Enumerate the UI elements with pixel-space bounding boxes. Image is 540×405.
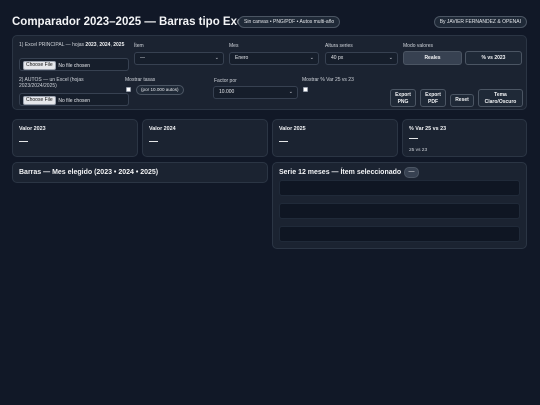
- chevron-down-icon: ⌄: [388, 55, 393, 61]
- stat-label: Valor 2024: [149, 126, 176, 132]
- altura-label: Altura series: [325, 43, 353, 49]
- file2-input[interactable]: Choose File No file chosen: [19, 93, 129, 106]
- item-label: Ítem: [134, 43, 144, 49]
- subtitle-pill: Sin canvas • PNG/PDF • Autos multi-año: [238, 16, 341, 28]
- file1-status: No file chosen: [58, 62, 91, 69]
- mostrar-pct-label: Mostrar % Var 25 vs 23: [302, 77, 354, 83]
- stat-label: % Var 25 vs 23: [409, 126, 447, 132]
- modo-reales-button[interactable]: Reales: [403, 51, 462, 65]
- series-row: [279, 180, 520, 196]
- altura-select-value: 40 px: [331, 55, 344, 61]
- bars-panel-title: Barras — Mes elegido (2023 • 2024 • 2025…: [19, 169, 159, 176]
- file2-status: No file chosen: [58, 97, 91, 104]
- stat-card-2025: Valor 2025 —: [272, 119, 398, 157]
- reset-button[interactable]: Reset: [450, 94, 474, 107]
- series-row: [279, 226, 520, 242]
- tasas-tag: (por 10.000 autos): [136, 85, 184, 95]
- file1-label: 1) Excel PRINCIPAL — hojas 2023, 2024, 2…: [19, 42, 125, 48]
- stat-label: Valor 2025: [279, 126, 306, 132]
- mes-select-value: Enero: [235, 55, 249, 61]
- stat-sub: 25 vs 23: [409, 148, 428, 153]
- app-header: Comparador 2023–2025 — Barras tipo Excel…: [12, 15, 528, 29]
- stat-card-2024: Valor 2024 —: [142, 119, 268, 157]
- item-select[interactable]: — ⌄: [134, 52, 224, 65]
- mes-select[interactable]: Enero ⌄: [229, 52, 319, 65]
- series-badge: —: [404, 167, 419, 178]
- stat-value: —: [149, 136, 158, 146]
- file1-choose-button[interactable]: Choose File: [23, 61, 56, 70]
- file2-choose-button[interactable]: Choose File: [23, 96, 56, 105]
- stat-value: —: [409, 133, 418, 143]
- stat-card-pct-var: % Var 25 vs 23 — 25 vs 23: [402, 119, 527, 157]
- tasas-checkbox[interactable]: [126, 87, 131, 92]
- stat-value: —: [279, 136, 288, 146]
- mostrar-pct-checkbox[interactable]: [303, 87, 308, 92]
- author-pill: By JAVIER FERNANDEZ & OPENAI: [433, 16, 527, 28]
- mes-label: Mes: [229, 43, 239, 49]
- page-title: Comparador 2023–2025 — Barras tipo Excel: [12, 16, 253, 28]
- factor-select[interactable]: 10.000 ⌄: [213, 86, 298, 99]
- file2-label: 2) AUTOS — un Excel (hojas 2023/2024/202…: [19, 77, 84, 89]
- controls-panel: 1) Excel PRINCIPAL — hojas 2023, 2024, 2…: [12, 35, 527, 110]
- tasas-label: Mostrar tasas: [125, 77, 156, 83]
- tema-toggle-button[interactable]: Tema Claro/Oscuro: [478, 89, 523, 107]
- modo-pct-button[interactable]: % vs 2023: [465, 51, 522, 65]
- chevron-down-icon: ⌄: [214, 55, 219, 61]
- item-select-value: —: [140, 55, 145, 61]
- series-panel: Serie 12 meses — Ítem seleccionado —: [272, 162, 527, 249]
- stat-value: —: [19, 136, 28, 146]
- export-pdf-button[interactable]: Export PDF: [420, 89, 446, 107]
- file1-input[interactable]: Choose File No file chosen: [19, 58, 129, 71]
- stat-card-2023: Valor 2023 —: [12, 119, 138, 157]
- chevron-down-icon: ⌄: [309, 55, 314, 61]
- factor-label: Factor por: [214, 78, 237, 84]
- altura-select[interactable]: 40 px ⌄: [325, 52, 398, 65]
- modo-label: Modo valores: [403, 43, 434, 49]
- factor-select-value: 10.000: [219, 89, 235, 95]
- export-png-button[interactable]: Export PNG: [390, 89, 416, 107]
- series-panel-title: Serie 12 meses — Ítem seleccionado: [279, 169, 402, 176]
- chevron-down-icon: ⌄: [288, 89, 293, 95]
- series-row: [279, 203, 520, 219]
- bars-panel: Barras — Mes elegido (2023 • 2024 • 2025…: [12, 162, 268, 183]
- stat-label: Valor 2023: [19, 126, 46, 132]
